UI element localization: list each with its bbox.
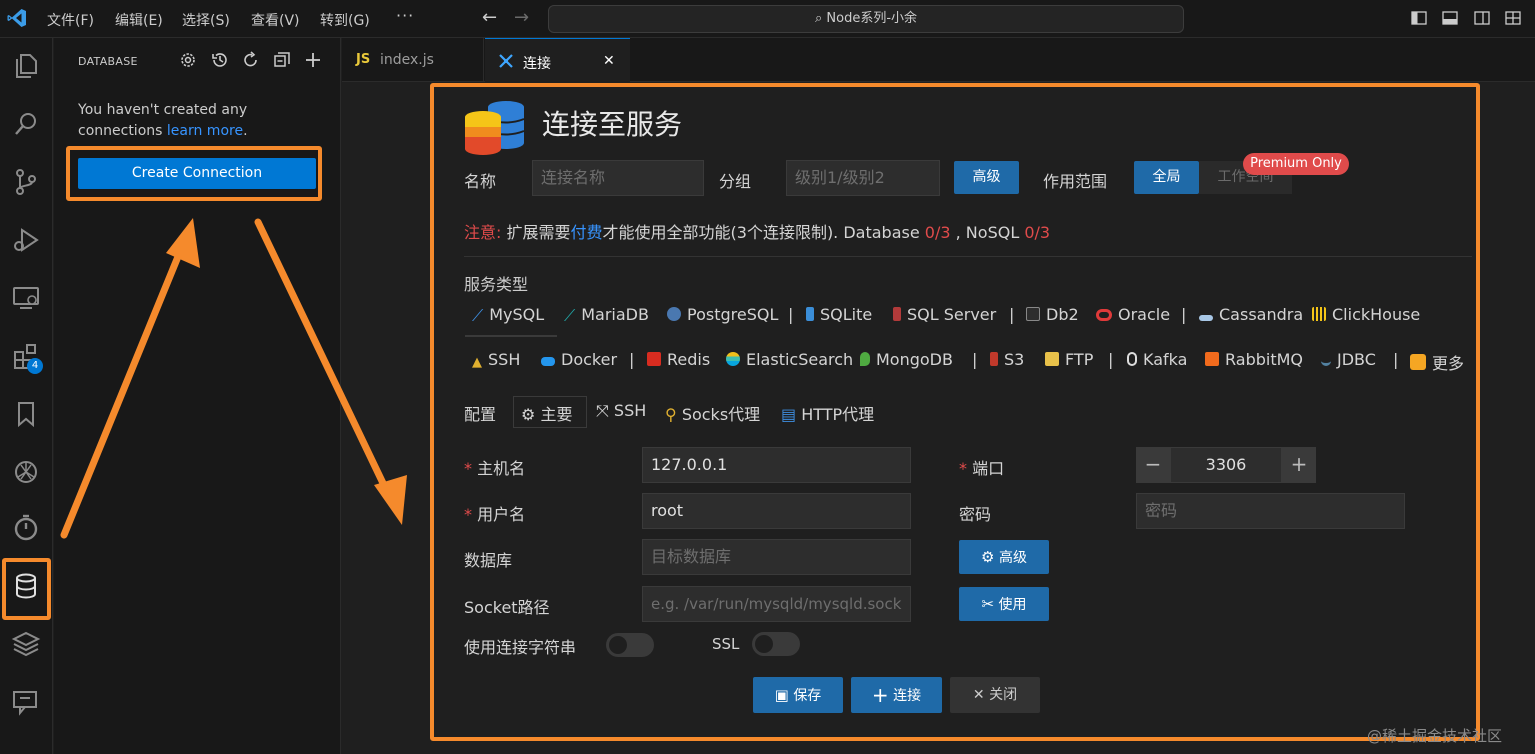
empty-connections-message: You haven't created any connections lear… (78, 102, 248, 139)
learn-more-link[interactable]: learn more (167, 123, 243, 139)
tab-label: 连接 (523, 56, 551, 72)
annotation-box-create-connection (66, 146, 322, 201)
search-sidebar-icon[interactable] (10, 108, 42, 140)
javascript-file-icon: JS (356, 52, 371, 67)
explorer-icon[interactable] (10, 50, 42, 82)
timer-icon[interactable] (10, 512, 42, 544)
refresh-icon[interactable] (241, 50, 261, 70)
add-connection-icon[interactable] (303, 50, 323, 70)
toggle-secondary-sidebar-icon[interactable] (1474, 10, 1490, 26)
layers-icon[interactable] (10, 628, 42, 660)
close-tab-icon[interactable]: ✕ (603, 53, 615, 69)
customize-layout-icon[interactable] (1505, 10, 1521, 26)
watermark: @稀土掘金技术社区 (1367, 727, 1503, 745)
tab-index-js[interactable]: JS index.js (342, 38, 484, 82)
chatgpt-icon[interactable] (10, 456, 42, 488)
menu-file[interactable]: 文件(F) (47, 10, 94, 30)
remote-explorer-icon[interactable] (10, 282, 42, 314)
bookmark-icon[interactable] (10, 398, 42, 430)
search-text: Node系列-小余 (826, 11, 918, 26)
source-control-icon[interactable] (10, 166, 42, 198)
menu-view[interactable]: 查看(V) (251, 10, 300, 30)
toggle-panel-icon[interactable] (1442, 10, 1458, 26)
connection-plug-icon (499, 54, 513, 68)
collapse-all-icon[interactable] (272, 50, 292, 70)
toggle-primary-sidebar-icon[interactable] (1411, 10, 1427, 26)
more-menu-icon[interactable]: ··· (396, 6, 414, 25)
title-bar: 文件(F) 编辑(E) 选择(S) 查看(V) 转到(G) ··· ← → ⌕ … (0, 0, 1535, 38)
back-arrow-icon[interactable]: ← (482, 7, 497, 28)
chat-panel-icon[interactable] (10, 686, 42, 718)
menu-edit[interactable]: 编辑(E) (115, 10, 163, 30)
history-icon[interactable] (210, 50, 230, 70)
search-icon: ⌕ (814, 11, 823, 26)
tab-label: index.js (380, 52, 434, 68)
sidebar-title: DATABASE (78, 55, 138, 68)
annotation-box-connection-panel (430, 83, 1480, 741)
settings-gear-icon[interactable] (178, 50, 198, 70)
run-debug-icon[interactable] (10, 224, 42, 256)
menu-go[interactable]: 转到(G) (320, 10, 370, 30)
command-center-search[interactable]: ⌕ Node系列-小余 (548, 5, 1184, 33)
annotation-box-database-icon (2, 558, 51, 620)
tab-connection[interactable]: 连接 ✕ (485, 38, 630, 83)
extensions-badge: 4 (27, 358, 43, 374)
menu-selection[interactable]: 选择(S) (182, 10, 230, 30)
forward-arrow-icon[interactable]: → (514, 7, 529, 28)
editor-tab-bar: JS index.js 连接 ✕ (342, 38, 1535, 83)
vscode-logo-icon (7, 9, 26, 27)
